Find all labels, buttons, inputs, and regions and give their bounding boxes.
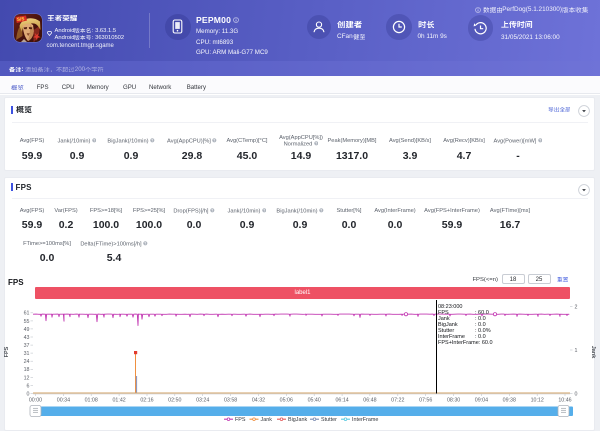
svg-text:6: 6 [27,383,30,389]
svg-text:00:34: 00:34 [57,398,70,404]
svg-text:02:16: 02:16 [140,398,153,404]
svg-text:05:06: 05:06 [280,398,293,404]
svg-text:10:46: 10:46 [558,398,571,404]
svg-text:Jank: Jank [261,417,273,423]
svg-text:06:48: 06:48 [363,398,376,404]
svg-text:05:40: 05:40 [308,398,321,404]
svg-text:1: 1 [575,348,578,354]
svg-text:0: 0 [27,391,30,397]
svg-text:55: 55 [24,319,30,325]
svg-text:Stutter: Stutter [321,417,337,423]
svg-text:?: ? [144,241,146,245]
svg-text:0: 0 [575,391,578,397]
svg-text:04:32: 04:32 [252,398,265,404]
svg-text:08:30: 08:30 [447,398,460,404]
svg-text:FPS: FPS [235,417,246,423]
svg-text:07:56: 07:56 [419,398,432,404]
svg-text:06:14: 06:14 [335,398,348,404]
svg-text:24: 24 [24,359,30,365]
svg-text:01:42: 01:42 [112,398,125,404]
svg-text:09:04: 09:04 [475,398,488,404]
svg-text:BigJank: BigJank [288,417,307,423]
svg-text:31: 31 [24,351,30,357]
svg-text:Jank: Jank [590,346,596,359]
svg-text:03:58: 03:58 [224,398,237,404]
svg-text:00:00: 00:00 [29,398,42,404]
svg-text:02:50: 02:50 [168,398,181,404]
svg-text:07:22: 07:22 [391,398,404,404]
svg-text:03:24: 03:24 [196,398,209,404]
svg-text:S/S: S/S [16,16,24,22]
svg-text:18: 18 [24,367,30,373]
svg-text:?: ? [539,138,541,142]
svg-text:10:12: 10:12 [531,398,544,404]
svg-text:FPS: FPS [4,346,10,357]
svg-text:37: 37 [24,343,30,349]
svg-text:49: 49 [24,327,30,333]
svg-text:61: 61 [24,311,30,317]
svg-text:2: 2 [575,304,578,310]
svg-text:43: 43 [24,335,30,341]
svg-text:01:08: 01:08 [85,398,98,404]
svg-text:InterFrame: InterFrame [352,417,378,423]
svg-text:09:38: 09:38 [503,398,516,404]
svg-text:12: 12 [24,375,30,381]
